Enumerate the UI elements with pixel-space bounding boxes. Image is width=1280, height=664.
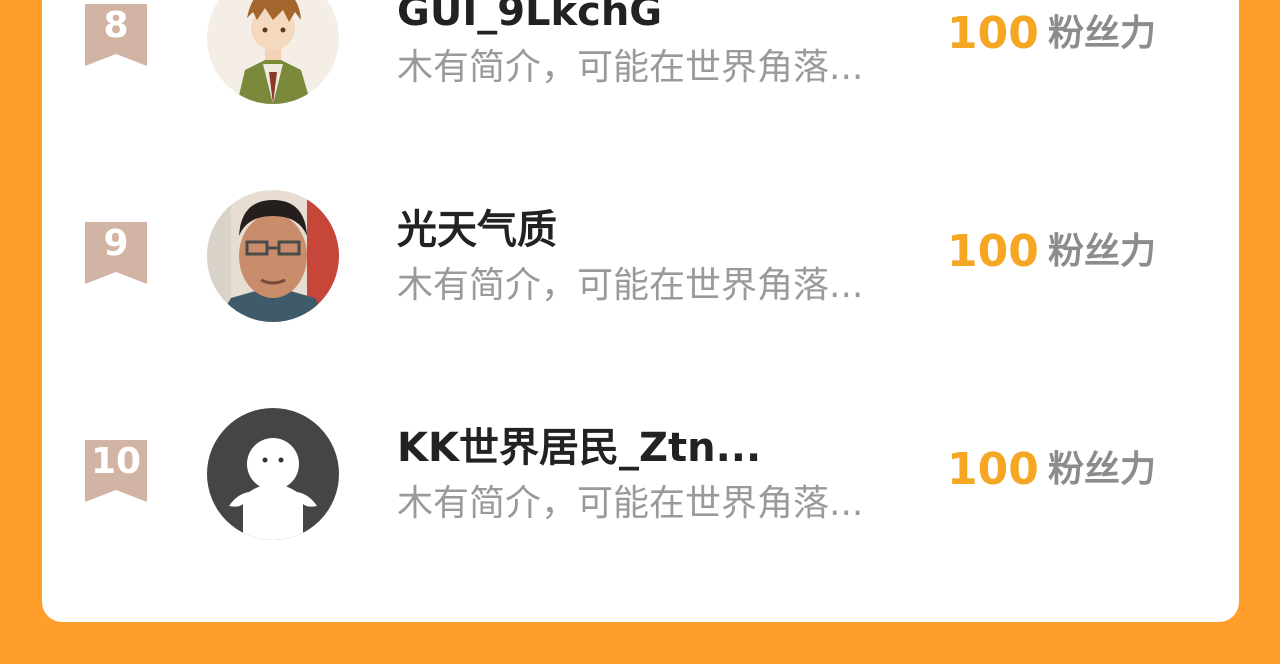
fan-power-unit: 粉丝力 (1048, 449, 1157, 490)
avatar[interactable] (207, 408, 339, 540)
avatar[interactable] (207, 0, 339, 104)
rank-badge: 10 (85, 440, 147, 502)
ranking-card: 8 GUI_9LkchG 木有简介，可能在世界角落... 100 粉丝力 9 光… (42, 0, 1239, 622)
user-bio: 木有简介，可能在世界角落... (397, 483, 864, 524)
ranking-row[interactable]: 9 光天气质 木有简介，可能在世界角落... 100 粉丝力 (42, 188, 1239, 406)
fan-power-score: 100 (947, 444, 1039, 495)
rank-badge: 8 (85, 4, 147, 66)
user-name[interactable]: KK世界居民_Ztn... (397, 424, 761, 472)
fan-power-unit: 粉丝力 (1048, 231, 1157, 272)
user-bio: 木有简介，可能在世界角落... (397, 265, 864, 306)
rank-badge: 9 (85, 222, 147, 284)
rank-number: 10 (90, 441, 142, 482)
man-with-glasses-avatar-icon (207, 190, 339, 322)
rank-number: 8 (103, 5, 129, 46)
user-name[interactable]: GUI_9LkchG (397, 0, 662, 36)
user-bio: 木有简介，可能在世界角落... (397, 47, 864, 88)
avatar[interactable] (207, 190, 339, 322)
fan-power-unit: 粉丝力 (1048, 13, 1157, 54)
user-name[interactable]: 光天气质 (397, 206, 557, 254)
fan-power-score: 100 (947, 8, 1039, 59)
ranking-row[interactable]: 8 GUI_9LkchG 木有简介，可能在世界角落... 100 粉丝力 (42, 0, 1239, 188)
default-silhouette-avatar-icon (207, 408, 339, 540)
anime-boy-avatar-icon (207, 0, 339, 104)
rank-number: 9 (103, 223, 129, 264)
ranking-row[interactable]: 10 KK世界居民_Ztn... 木有简介，可能在世界角落... 100 粉丝力 (42, 406, 1239, 622)
fan-power-score: 100 (947, 226, 1039, 277)
